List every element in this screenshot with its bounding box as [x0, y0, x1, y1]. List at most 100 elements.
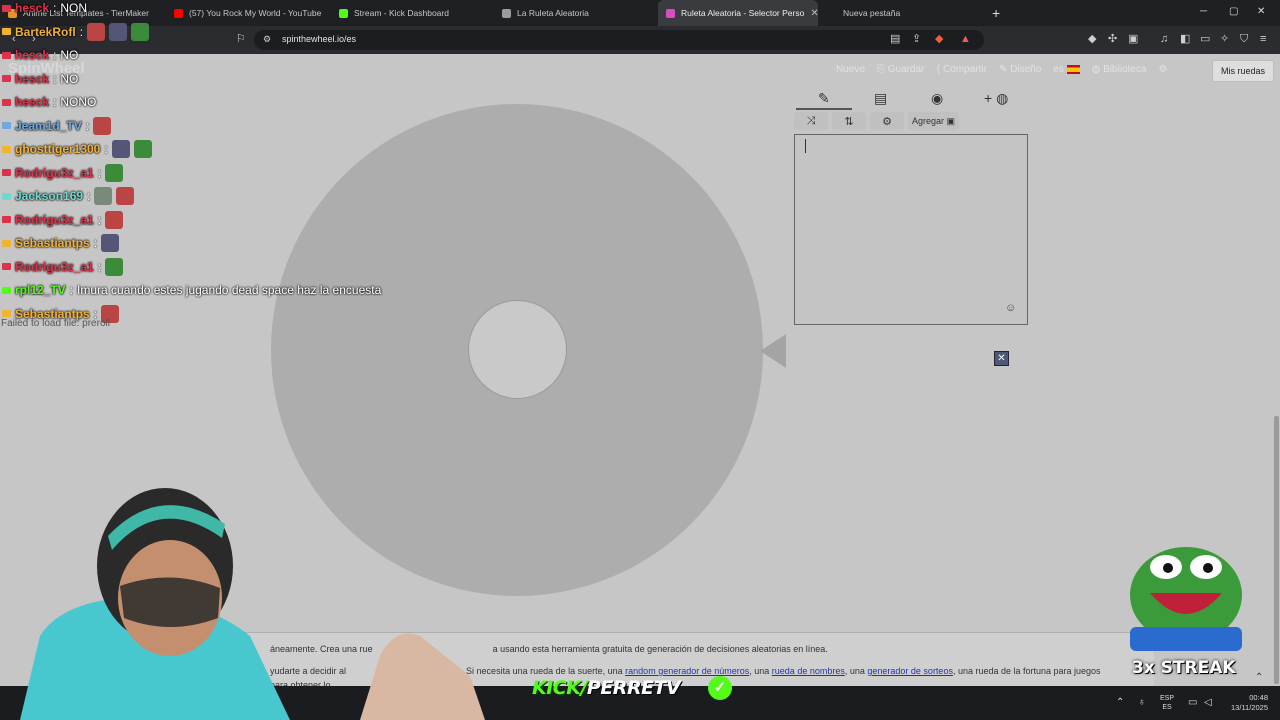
- new-tab-button[interactable]: +: [992, 5, 1000, 21]
- wallet-icon[interactable]: ▭: [1200, 33, 1210, 45]
- settings-icon[interactable]: ⚙: [1159, 64, 1168, 75]
- screenshot-icon[interactable]: ▣: [1128, 33, 1138, 45]
- streak-frog-emote: [1130, 547, 1242, 651]
- link-name-wheel[interactable]: rueda de nombres: [772, 666, 845, 676]
- volume-icon[interactable]: ◁: [1204, 697, 1212, 708]
- chat-badge-icon: [2, 98, 11, 106]
- nav-nuevo[interactable]: Nuevo: [836, 64, 865, 75]
- chat-separator: :: [87, 189, 91, 203]
- tab-label: Stream - Kick Dashboard: [354, 8, 449, 18]
- emoji-icon[interactable]: ☺: [1005, 302, 1016, 314]
- chat-username[interactable]: hesck: [15, 48, 49, 62]
- sort-icon[interactable]: ⇅: [832, 112, 866, 130]
- edit-pencil-icon[interactable]: ✎: [818, 90, 830, 107]
- chat-message: Rodrigu3z_a1:: [2, 163, 124, 183]
- taskbar-clock[interactable]: 00:48 13/11/2025: [1228, 693, 1268, 713]
- chat-message: Jackson169:: [2, 186, 135, 206]
- tab-label: La Ruleta Aleatoria: [517, 8, 589, 18]
- nav-guardar[interactable]: ⎘ Guardar: [877, 64, 924, 75]
- brave-shield-icon[interactable]: ◆: [935, 33, 943, 45]
- sidebar-icon[interactable]: ◧: [1180, 33, 1190, 45]
- close-icon[interactable]: ✕: [994, 351, 1009, 366]
- wheel-center-hub[interactable]: [468, 300, 567, 399]
- chat-separator: :: [53, 71, 57, 86]
- tab-label: (57) You Rock My World - YouTube: [189, 8, 322, 18]
- chat-separator: :: [79, 24, 84, 39]
- link-random-number-generator[interactable]: random generador de números: [625, 666, 749, 676]
- chat-username[interactable]: Sebastiantps: [15, 236, 90, 250]
- chat-badge-icon: [2, 4, 11, 12]
- chat-username[interactable]: rpl12_TV: [15, 283, 66, 297]
- verified-check-icon: ✓: [708, 676, 732, 700]
- chat-message: Rodrigu3z_a1:: [2, 257, 124, 277]
- chat-username[interactable]: Rodrigu3z_a1: [15, 260, 94, 274]
- menu-icon[interactable]: ≡: [1260, 33, 1266, 45]
- extensions-icon[interactable]: ✣: [1108, 33, 1117, 45]
- chat-username[interactable]: Jackson169: [15, 189, 83, 203]
- share-icon[interactable]: ⇪: [912, 33, 921, 45]
- chat-username[interactable]: ghosttiger1300: [15, 142, 100, 156]
- chat-badge-icon: [2, 75, 11, 82]
- nav-biblioteca[interactable]: ◍ Biblioteca: [1092, 64, 1147, 75]
- network-icon[interactable]: ▭: [1188, 697, 1197, 708]
- entries-textarea[interactable]: [794, 134, 1028, 325]
- browser-tab[interactable]: Stream - Kick Dashboard: [331, 0, 489, 26]
- music-icon[interactable]: ♫: [1160, 33, 1168, 45]
- chat-username[interactable]: Jeam1d_TV: [15, 119, 82, 133]
- close-window-icon[interactable]: ✕: [1257, 6, 1265, 17]
- tab-favicon-icon: [666, 8, 675, 18]
- gear-icon[interactable]: ⚙: [870, 112, 904, 130]
- browser-tab[interactable]: Ruleta Aleatoria - Selector Perso ✕: [658, 0, 818, 26]
- chat-message: BartekRofl:: [2, 22, 150, 42]
- chat-separator: :: [53, 48, 57, 62]
- browser-tab[interactable]: (57) You Rock My World - YouTube: [166, 0, 326, 26]
- chat-badge-icon: [2, 51, 11, 59]
- nav-diseno[interactable]: ✎ Diseño: [999, 64, 1041, 75]
- chat-emote-icon: [105, 210, 124, 229]
- chat-username[interactable]: hesck: [15, 1, 49, 15]
- chat-badge-icon: [2, 286, 11, 294]
- maximize-icon[interactable]: ▢: [1229, 6, 1238, 17]
- extension-diamond-icon[interactable]: ◆: [1088, 33, 1096, 45]
- results-clipboard-icon[interactable]: ▤: [874, 90, 887, 107]
- chat-separator: :: [97, 259, 102, 274]
- chat-badge-icon: [2, 145, 11, 153]
- nav-compartir[interactable]: ⟨ Compartir: [936, 64, 987, 75]
- scrollbar[interactable]: [1274, 416, 1279, 684]
- add-color-icon[interactable]: + ◍: [984, 90, 1008, 107]
- spain-flag-icon: [1066, 64, 1080, 74]
- chat-username[interactable]: hesck: [15, 72, 49, 86]
- hide-eye-icon[interactable]: ◉: [931, 90, 943, 107]
- leo-ai-icon[interactable]: ✧: [1220, 33, 1229, 45]
- chat-text: NO: [60, 48, 79, 62]
- scroll-to-top-icon[interactable]: ⌃: [1255, 672, 1263, 683]
- nav-language[interactable]: es: [1053, 64, 1080, 75]
- input-language[interactable]: ESP ES: [1160, 694, 1174, 712]
- bookmark-icon[interactable]: ⚐: [236, 33, 246, 45]
- browser-tab[interactable]: La Ruleta Aleatoria: [494, 0, 652, 26]
- reader-icon[interactable]: ▤: [890, 33, 900, 45]
- chat-badge-icon: [2, 263, 11, 270]
- chat-separator: :: [53, 1, 57, 15]
- url-field[interactable]: [254, 30, 984, 50]
- chat-emote-icon: [109, 22, 128, 41]
- microphone-icon[interactable]: ♁: [1138, 697, 1146, 708]
- vpn-icon[interactable]: ⛉: [1240, 33, 1248, 45]
- chat-username[interactable]: BartekRofl: [15, 25, 76, 39]
- minimize-icon[interactable]: ─: [1200, 6, 1207, 17]
- chat-username[interactable]: hesck: [15, 95, 49, 109]
- chat-username[interactable]: Rodrigu3z_a1: [15, 213, 94, 227]
- close-tab-icon[interactable]: ✕: [810, 8, 818, 19]
- agregar-image-button[interactable]: Agregar ▣: [908, 112, 960, 130]
- tab-favicon-icon: [828, 8, 837, 18]
- browser-tab[interactable]: Nueva pestaña: [820, 0, 980, 26]
- chat-username[interactable]: Rodrigu3z_a1: [15, 166, 94, 180]
- rewards-icon[interactable]: ▲: [960, 33, 971, 45]
- link-raffle-generator[interactable]: generador de sorteos: [867, 666, 953, 676]
- streamer-webcam: [20, 488, 485, 720]
- shuffle-icon[interactable]: ⤨: [794, 112, 828, 130]
- mis-ruedas-button[interactable]: Mis ruedas: [1212, 60, 1274, 82]
- site-info-icon[interactable]: ⚙: [263, 33, 271, 45]
- tray-chevron-icon[interactable]: ⌃: [1116, 697, 1124, 708]
- chat-separator: :: [69, 283, 74, 297]
